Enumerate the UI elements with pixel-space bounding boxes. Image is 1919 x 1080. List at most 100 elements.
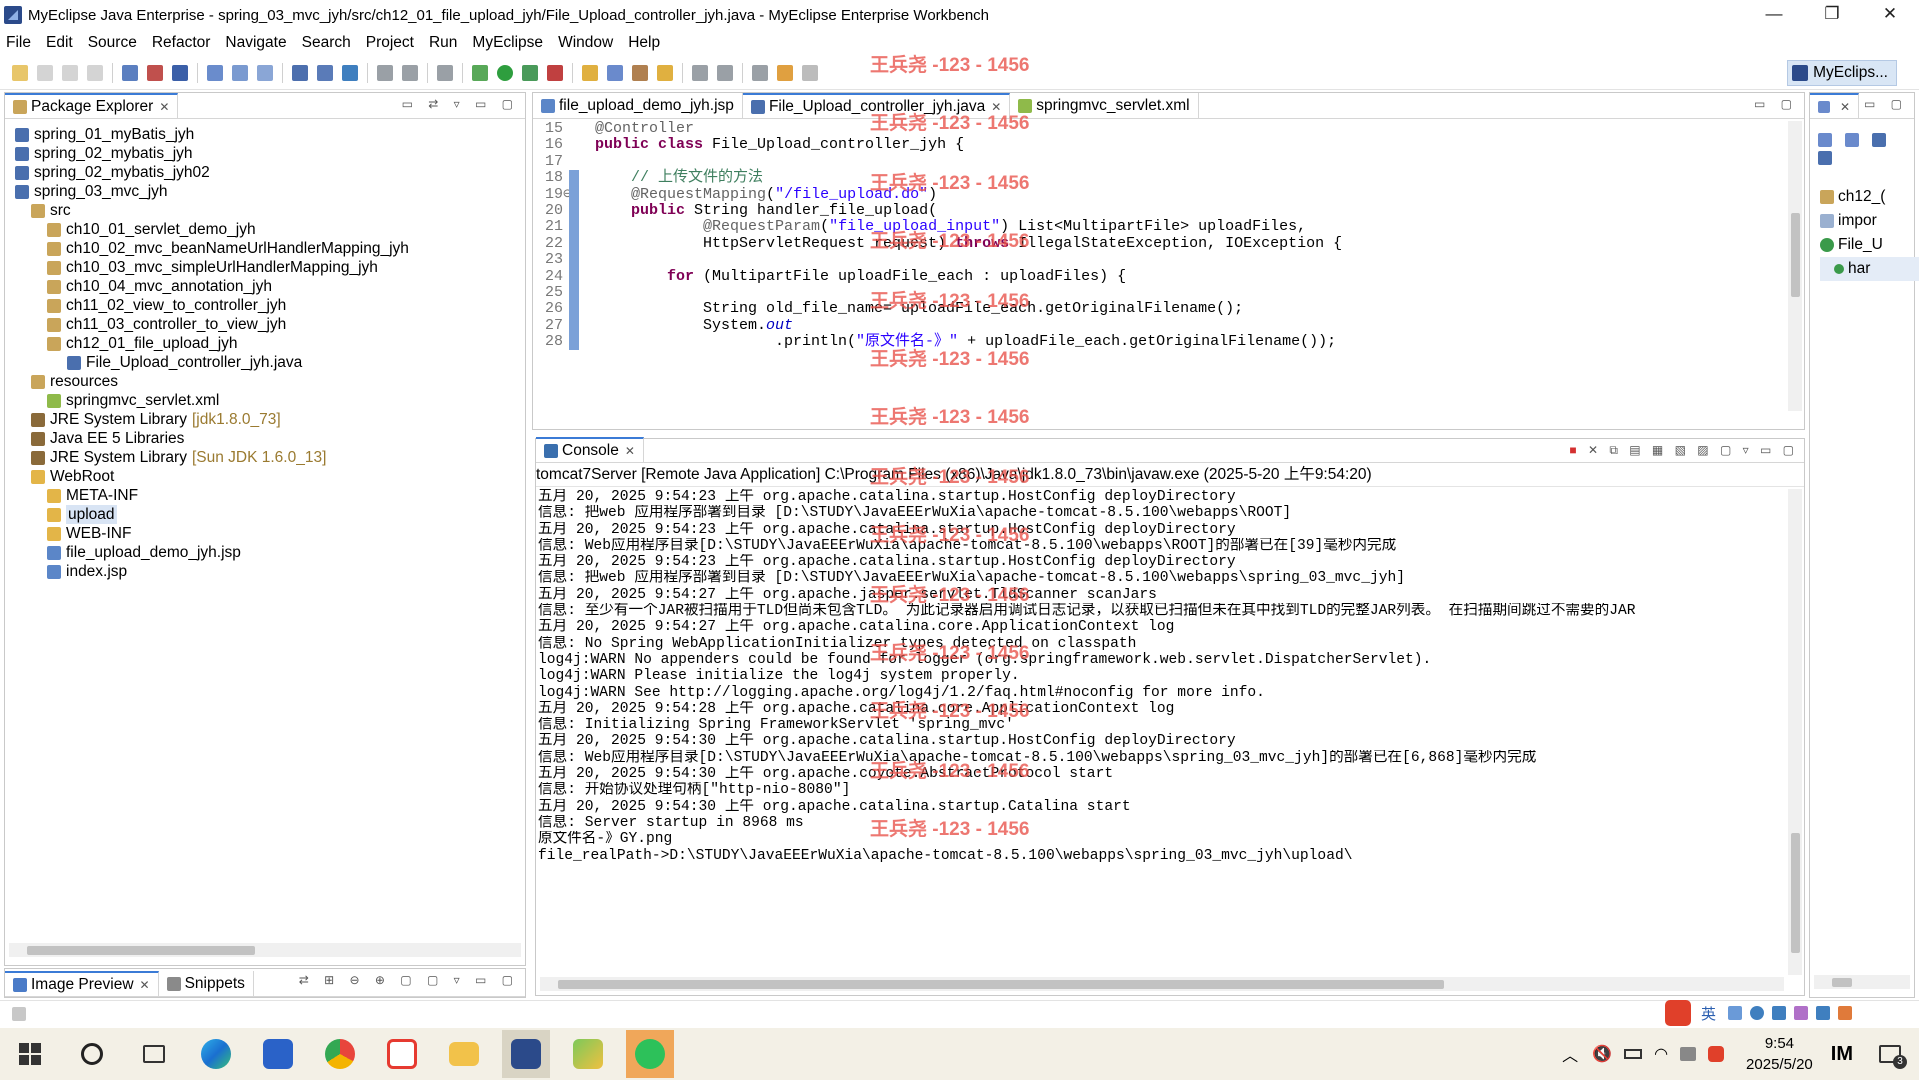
menu-help[interactable]: Help: [628, 34, 660, 52]
tab-snippets[interactable]: Snippets: [159, 971, 254, 996]
close-icon[interactable]: ✕: [991, 100, 1001, 114]
previous-annotation-icon[interactable]: [717, 64, 733, 81]
coverage-icon[interactable]: [522, 64, 538, 81]
tree-item[interactable]: WebRoot: [15, 467, 515, 486]
outline-item-method[interactable]: har: [1820, 257, 1919, 281]
taskbar-wps[interactable]: [378, 1030, 426, 1078]
sogou-ime-icon[interactable]: [1665, 1000, 1691, 1026]
tree-item[interactable]: spring_03_mvc_jyh: [15, 182, 515, 201]
perspective-switcher[interactable]: MyEclips...: [1787, 60, 1897, 86]
search-button[interactable]: [68, 1030, 116, 1078]
close-icon[interactable]: ✕: [140, 978, 150, 992]
console-output[interactable]: 五月 20, 2025 9:54:23 上午 org.apache.catali…: [536, 489, 1786, 975]
tab-console[interactable]: Console ✕: [536, 437, 644, 462]
last-edit-icon[interactable]: [752, 64, 768, 81]
tree-item[interactable]: resources: [15, 372, 515, 391]
code-line[interactable]: 23: [533, 251, 1780, 269]
console-vertical-scrollbar[interactable]: [1788, 489, 1802, 975]
code-line[interactable]: 26 String old_file_name= uploadFile_each…: [533, 300, 1780, 318]
server-icon[interactable]: [232, 64, 248, 81]
skip-breakpoints-icon[interactable]: [377, 64, 393, 81]
menu-refactor[interactable]: Refactor: [152, 34, 211, 52]
tab-file-upload-controller-java[interactable]: File_Upload_controller_jyh.java ✕: [742, 93, 1011, 118]
sogou-tray-icon[interactable]: [1708, 1046, 1725, 1062]
restore-button[interactable]: ❐: [1803, 0, 1861, 30]
code-line[interactable]: 28 .println("原文件名-》" + uploadFile_each.g…: [533, 333, 1780, 351]
open-resource-icon[interactable]: [172, 64, 188, 81]
new-class-icon[interactable]: [582, 64, 598, 81]
editor-view-controls[interactable]: ▭ ▢: [1754, 97, 1798, 111]
sort-icon[interactable]: [1845, 133, 1860, 147]
fast-view-icon[interactable]: [12, 1007, 26, 1021]
outline-item-imports[interactable]: impor: [1820, 209, 1919, 233]
taskbar-wechat[interactable]: [626, 1030, 674, 1078]
print-icon[interactable]: [87, 64, 103, 81]
code-line[interactable]: 18 // 上传文件的方法: [533, 169, 1780, 187]
copilot-icon[interactable]: IM: [1831, 1043, 1853, 1066]
hide-fields-icon[interactable]: [1872, 133, 1887, 147]
close-button[interactable]: ✕: [1861, 0, 1919, 30]
hide-static-icon[interactable]: [1818, 151, 1832, 165]
tree-item[interactable]: Java EE 5 Libraries: [15, 429, 515, 448]
tree-item[interactable]: ch11_03_controller_to_view_jyh: [15, 315, 515, 334]
code-line[interactable]: 21 @RequestParam("file_upload_input") Li…: [533, 218, 1780, 236]
tree-item[interactable]: META-INF: [15, 486, 515, 505]
tree-item[interactable]: ch11_02_view_to_controller_jyh: [15, 296, 515, 315]
tree-item[interactable]: ch12_01_file_upload_jyh: [15, 334, 515, 353]
code-line[interactable]: 22 HttpServletRequest request) throws Il…: [533, 235, 1780, 253]
tree-item[interactable]: File_Upload_controller_jyh.java: [15, 353, 515, 372]
ime-settings-icon[interactable]: [1838, 1006, 1853, 1020]
skin-icon[interactable]: [1794, 1006, 1809, 1020]
outline-view-controls[interactable]: ▭ ▢: [1864, 97, 1908, 111]
menu-search[interactable]: Search: [302, 34, 351, 52]
edit-icon[interactable]: [632, 64, 648, 81]
globe-icon[interactable]: [342, 64, 358, 81]
database-icon[interactable]: [317, 64, 333, 81]
code-line[interactable]: 16 public class File_Upload_controller_jy…: [533, 136, 1780, 153]
debug-icon[interactable]: [472, 64, 488, 81]
outline-toolbar[interactable]: [1818, 133, 1908, 175]
clock[interactable]: 9:54 2025/5/20: [1746, 1033, 1813, 1075]
tree-item[interactable]: index.jsp: [15, 562, 515, 581]
menu-file[interactable]: File: [6, 34, 31, 52]
taskbar-explorer[interactable]: [440, 1030, 488, 1078]
editor-vertical-scrollbar[interactable]: [1788, 121, 1802, 411]
ime-language-label[interactable]: 英: [1701, 1003, 1716, 1024]
console-toolbar[interactable]: ■ ✕ ⧉ ▤ ▦ ▧ ▨ ▢ ▿ ▭ ▢: [1569, 443, 1798, 458]
tree-item[interactable]: file_upload_demo_jyh.jsp: [15, 543, 515, 562]
forward-icon[interactable]: [802, 64, 818, 81]
console-horizontal-scrollbar[interactable]: [540, 977, 1784, 991]
taskbar-chrome-like[interactable]: [316, 1030, 364, 1078]
collapse-all-icon[interactable]: [1818, 133, 1832, 147]
toolbox-icon[interactable]: [1816, 1006, 1831, 1020]
tab-outline[interactable]: ✕: [1810, 93, 1860, 118]
tab-springmvc-servlet-xml[interactable]: springmvc_servlet.xml: [1010, 93, 1199, 118]
taskbar-paint[interactable]: [564, 1030, 612, 1078]
tree-item[interactable]: spring_02_mybatis_jyh: [15, 144, 515, 163]
keyboard-icon[interactable]: [1772, 1006, 1787, 1020]
view-controls[interactable]: ▭ ⇄ ▿ ▭ ▢: [402, 97, 519, 111]
close-icon[interactable]: ✕: [625, 444, 635, 458]
code-line[interactable]: 20 public String handler_file_upload(: [533, 202, 1780, 220]
outline-item-class[interactable]: File_U: [1820, 233, 1919, 257]
web-service-icon[interactable]: [292, 64, 308, 81]
open-type-icon[interactable]: [147, 64, 163, 81]
new-icon[interactable]: [12, 64, 28, 81]
microphone-icon[interactable]: [1750, 1006, 1765, 1020]
tab-image-preview[interactable]: Image Preview ✕: [5, 971, 159, 996]
wifi-icon[interactable]: ◠: [1654, 1044, 1668, 1064]
tree-item[interactable]: JRE System Library [jdk1.8.0_73]: [15, 410, 515, 429]
code-editor[interactable]: 15 @Controller 16 public class File_Upload_…: [533, 120, 1780, 407]
close-icon[interactable]: ✕: [1840, 100, 1850, 114]
menu-navigate[interactable]: Navigate: [225, 34, 286, 52]
task-view-button[interactable]: [130, 1030, 178, 1078]
tab-file-upload-demo-jsp[interactable]: file_upload_demo_jyh.jsp: [533, 93, 743, 118]
new-project-icon[interactable]: [122, 64, 138, 81]
menu-source[interactable]: Source: [88, 34, 137, 52]
notification-center-icon[interactable]: 3: [1879, 1045, 1907, 1069]
back-icon[interactable]: [777, 64, 793, 81]
volume-muted-icon[interactable]: 🔇: [1592, 1044, 1612, 1064]
punctuation-icon[interactable]: [1728, 1006, 1743, 1020]
tree-item[interactable]: ch10_04_mvc_annotation_jyh: [15, 277, 515, 296]
close-icon[interactable]: ✕: [159, 100, 169, 114]
